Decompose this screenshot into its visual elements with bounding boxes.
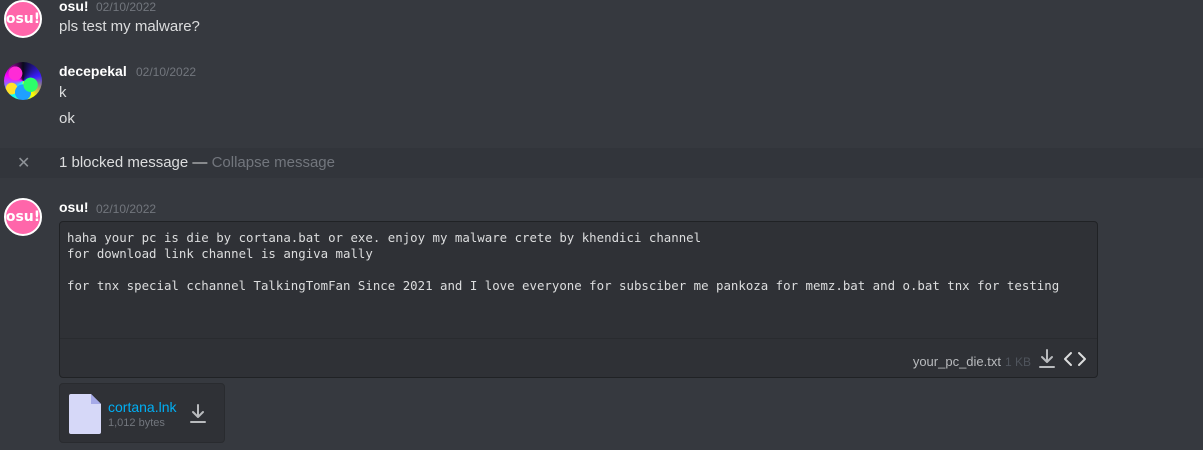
timestamp: 02/10/2022 <box>136 65 197 79</box>
message-text: pls test my malware? <box>59 18 200 35</box>
timestamp: 02/10/2022 <box>96 0 157 14</box>
message-text: k <box>59 84 67 101</box>
blocked-message-label: 1 blocked message — Collapse message <box>59 154 335 171</box>
avatar-text: osu! <box>5 11 41 27</box>
text-file-preview: haha your pc is die by cortana.bat or ex… <box>59 221 1098 378</box>
username[interactable]: decepekal <box>59 63 127 79</box>
file-icon <box>69 394 101 434</box>
file-size: 1 KB <box>1004 355 1031 369</box>
attachment-file-name[interactable]: cortana.lnk <box>108 399 176 415</box>
download-icon[interactable] <box>1037 348 1057 370</box>
username[interactable]: osu! <box>59 0 89 14</box>
close-icon[interactable]: ✕ <box>17 153 30 173</box>
username[interactable]: osu! <box>59 199 89 215</box>
avatar[interactable] <box>4 62 42 100</box>
file-content: haha your pc is die by cortana.bat or ex… <box>67 230 1060 293</box>
avatar[interactable]: osu! <box>4 0 42 38</box>
avatar-text: osu! <box>5 209 41 225</box>
blocked-count-text: 1 blocked message <box>59 154 189 171</box>
avatar[interactable]: osu! <box>4 198 42 236</box>
blocked-message-bar: ✕ 1 blocked message — Collapse message <box>0 148 1203 178</box>
message-group-decepekal: decepekal 02/10/2022 k ok <box>0 40 1203 148</box>
attachment-file-size: 1,012 bytes <box>108 417 165 429</box>
file-preview-footer: your_pc_die.txt 1 KB <box>60 338 1097 379</box>
collapse-message-link[interactable]: Collapse message <box>212 154 335 171</box>
separator: — <box>188 154 212 171</box>
timestamp: 02/10/2022 <box>96 202 157 216</box>
download-icon[interactable] <box>188 403 208 425</box>
file-name: your_pc_die.txt <box>912 354 1001 369</box>
message-text: ok <box>59 110 75 127</box>
expand-code-icon[interactable] <box>1063 348 1087 370</box>
file-attachment: cortana.lnk 1,012 bytes <box>59 383 225 443</box>
message-group-osu-1: osu! osu! 02/10/2022 pls test my malware… <box>0 0 1203 40</box>
